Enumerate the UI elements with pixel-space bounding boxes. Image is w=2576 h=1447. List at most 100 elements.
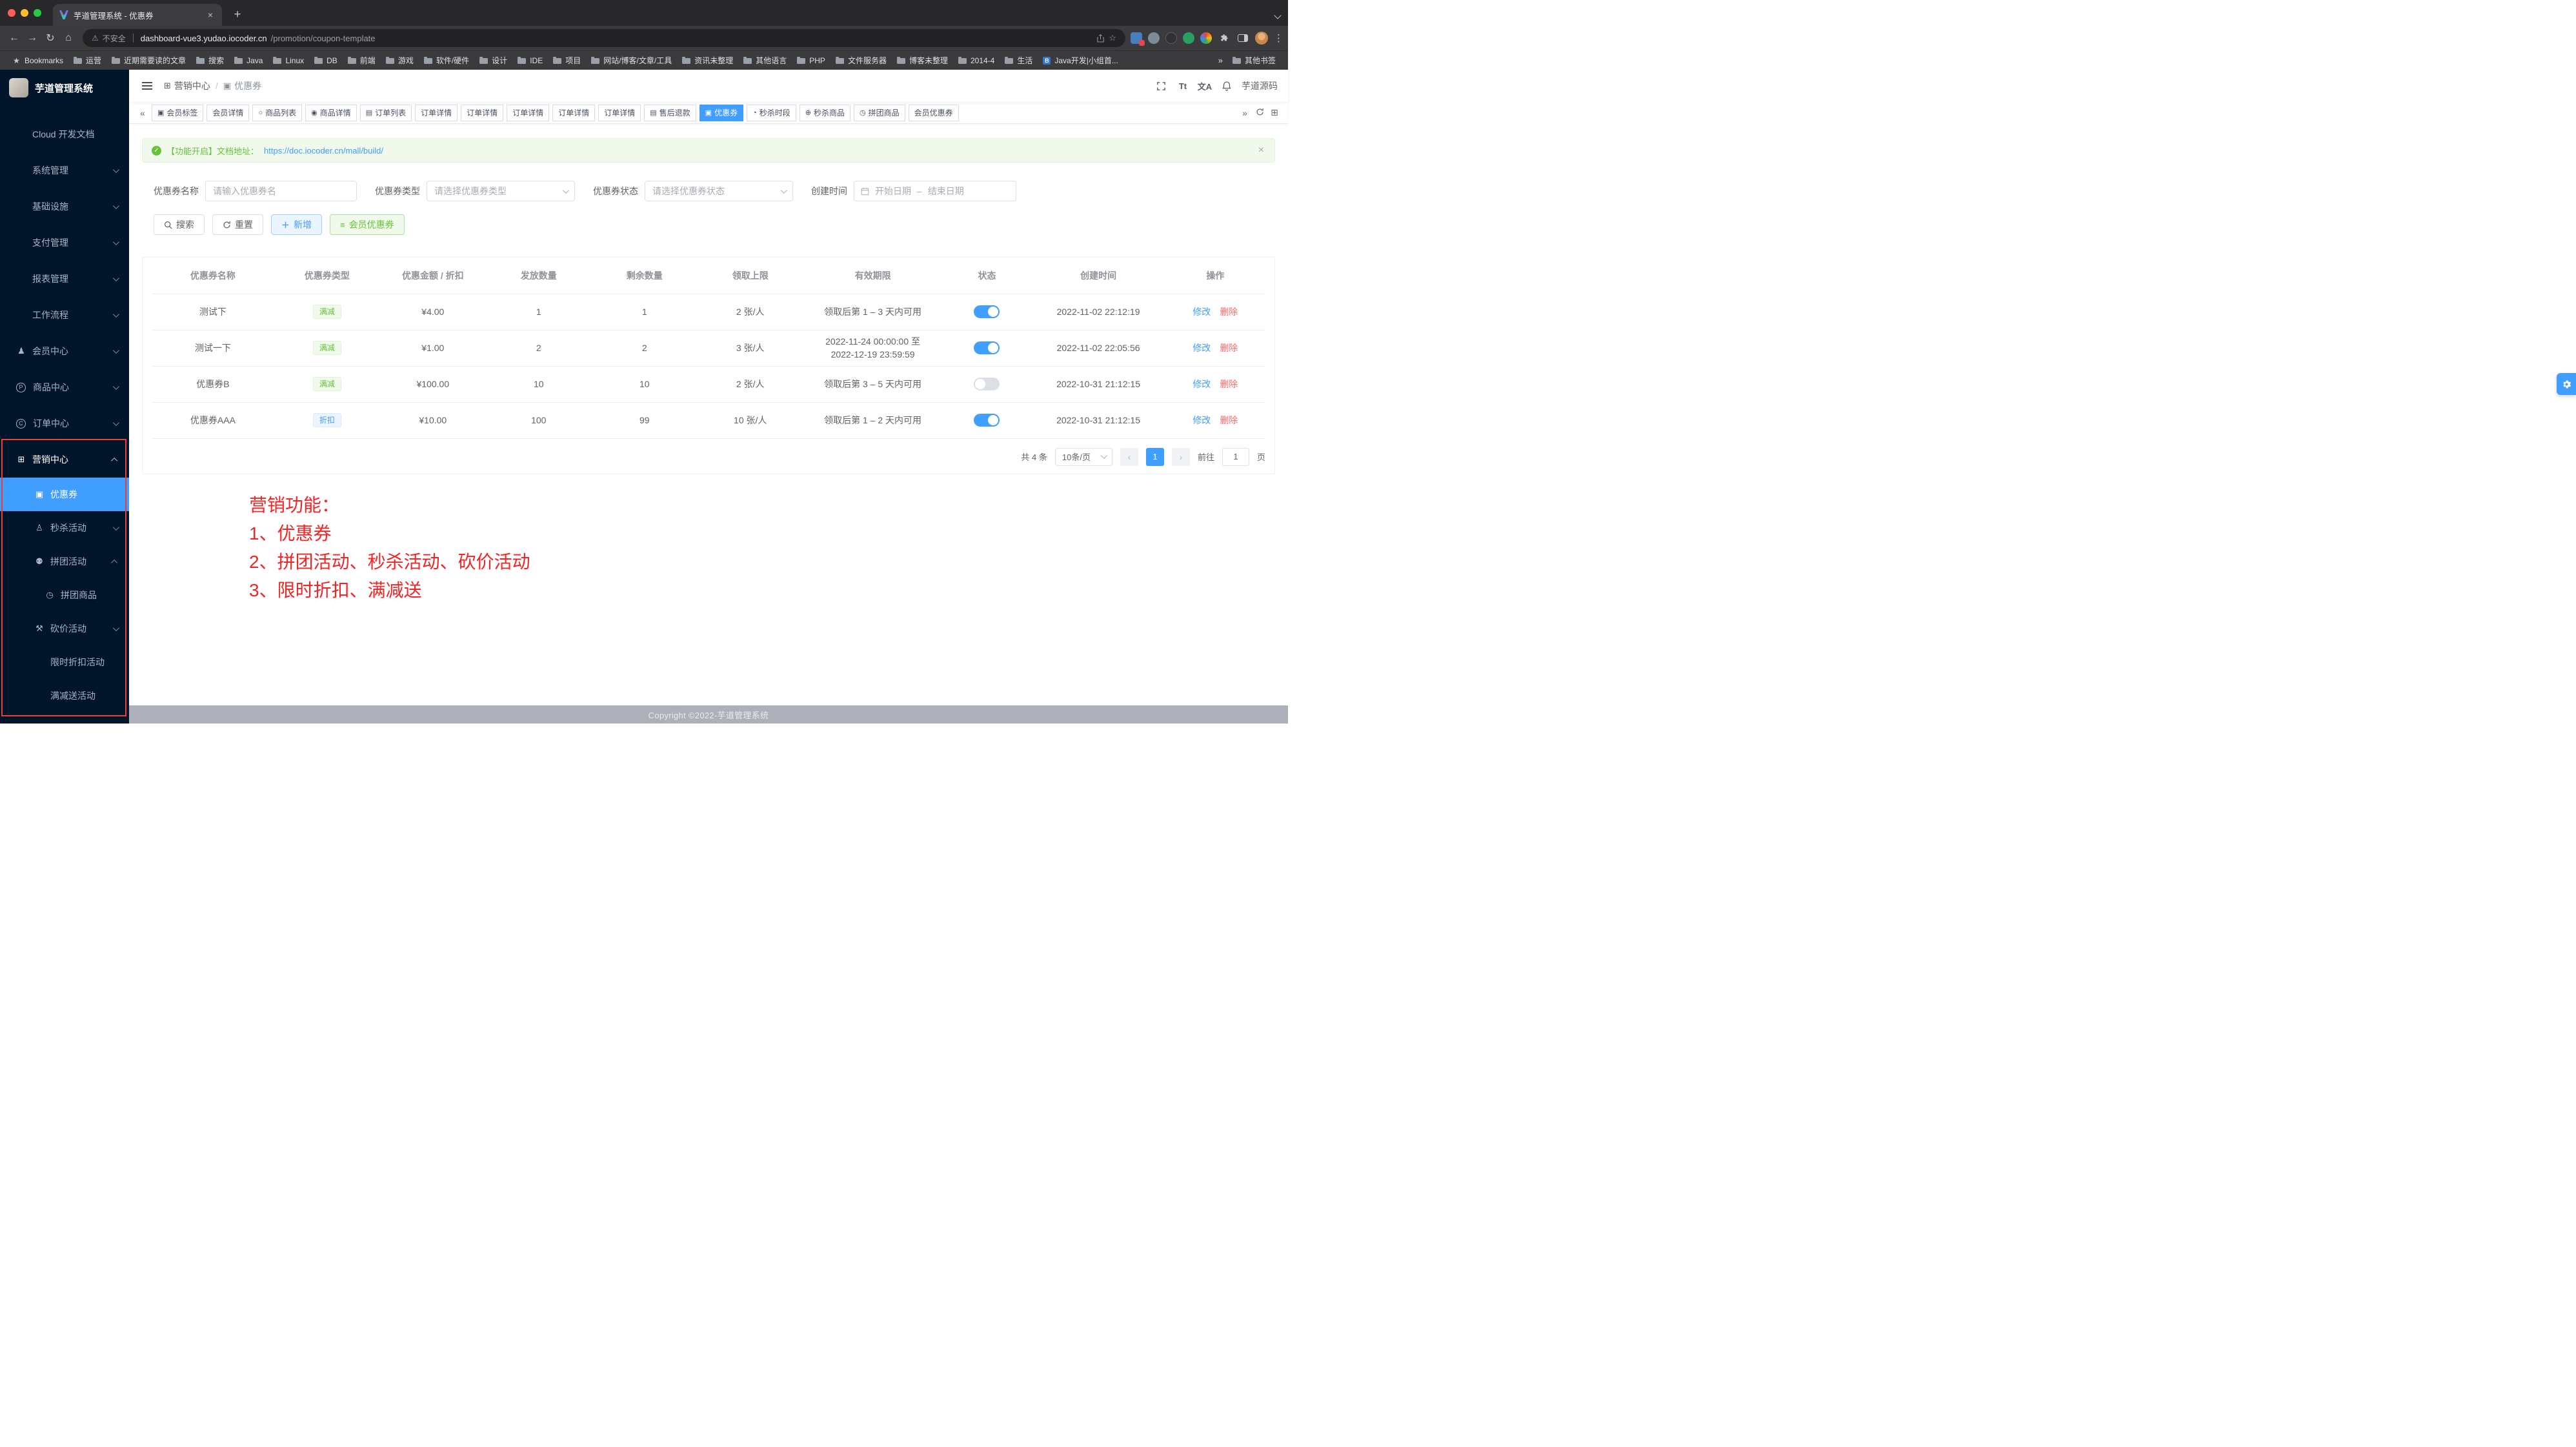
bookmark-item[interactable]: 软件/硬件 — [419, 53, 474, 68]
bookmark-item[interactable]: 设计 — [475, 53, 512, 68]
goto-page-input[interactable] — [1222, 448, 1249, 466]
page-tab[interactable]: ▤ 订单列表 — [360, 105, 412, 121]
page-tab[interactable]: ◷ 拼团商品 — [854, 105, 905, 121]
create-time-range-picker[interactable]: 开始日期 – 结束日期 — [854, 181, 1016, 201]
new-tab-button[interactable]: + — [230, 8, 245, 22]
sidebar-item[interactable]: Cloud 开发文档 — [0, 116, 129, 152]
status-toggle[interactable] — [974, 341, 1000, 354]
forward-icon[interactable]: → — [23, 29, 41, 47]
address-bar[interactable]: ⚠ 不安全 dashboard-vue3.yudao.iocoder.cn/pr… — [83, 29, 1125, 47]
add-button[interactable]: 新增 — [271, 214, 322, 235]
bookmark-item[interactable]: Java — [230, 54, 267, 67]
delete-link[interactable]: 删除 — [1220, 415, 1238, 425]
bookmark-item[interactable]: 网站/博客/文章/工具 — [587, 53, 676, 68]
coupon-name-input[interactable] — [205, 181, 357, 201]
bookmark-item[interactable]: 2014-4 — [954, 54, 999, 67]
extension-icon[interactable] — [1131, 32, 1142, 44]
layout-grid-icon[interactable]: ⊞ — [1269, 107, 1280, 118]
reset-button[interactable]: 重置 — [212, 214, 263, 235]
sidebar-item[interactable]: C 订单中心 — [0, 405, 129, 441]
home-icon[interactable]: ⌂ — [59, 29, 77, 47]
page-tab[interactable]: 会员优惠券 — [909, 105, 959, 121]
bookmark-star-icon[interactable]: ☆ — [1109, 33, 1116, 43]
page-tab[interactable]: ▤ 售后退款 — [644, 105, 696, 121]
extensions-puzzle-icon[interactable] — [1218, 32, 1231, 45]
current-user[interactable]: 芋道源码 — [1242, 79, 1278, 92]
page-tab[interactable]: ▣ 优惠券 — [699, 105, 743, 121]
bookmark-item[interactable]: 运营 — [69, 53, 106, 68]
sidebar-subitem[interactable]: ▣ 优惠券 — [0, 478, 129, 511]
page-tab[interactable]: ◉ 商品详情 — [305, 105, 357, 121]
bookmark-item[interactable]: 文件服务器 — [831, 53, 891, 68]
delete-link[interactable]: 删除 — [1220, 379, 1238, 389]
sidebar-item[interactable]: ♟ 会员中心 — [0, 333, 129, 369]
bookmark-item[interactable]: Linux — [268, 54, 308, 67]
prev-page-icon[interactable]: ‹ — [1120, 448, 1138, 466]
page-tab[interactable]: ▣ 会员标签 — [152, 105, 203, 121]
sidebar-subitem[interactable]: ⚒ 砍价活动 — [0, 612, 129, 645]
sidebar-item[interactable]: ⊞ 营销中心 — [0, 441, 129, 478]
page-size-select[interactable]: 10条/页 — [1055, 448, 1112, 466]
page-tab[interactable]: 订单详情 — [461, 105, 503, 121]
page-tab[interactable]: ◔ 秒杀时段 — [747, 105, 796, 121]
extension-icon[interactable] — [1200, 32, 1212, 44]
bookmarks-overflow-icon[interactable]: » — [1214, 56, 1227, 65]
bookmark-item[interactable]: IDE — [513, 54, 547, 67]
extension-icon[interactable] — [1165, 32, 1177, 44]
page-tab[interactable]: 订单详情 — [507, 105, 549, 121]
current-page-number[interactable]: 1 — [1146, 448, 1164, 466]
zoom-window-button[interactable] — [34, 9, 41, 17]
page-tab[interactable]: 会员详情 — [206, 105, 249, 121]
sidebar-panel-icon[interactable] — [1236, 32, 1249, 45]
settings-gear-button[interactable] — [2557, 373, 2576, 395]
delete-link[interactable]: 删除 — [1220, 343, 1238, 353]
delete-link[interactable]: 删除 — [1220, 307, 1238, 317]
browser-menu-icon[interactable]: ⋮ — [1274, 32, 1283, 44]
fullscreen-icon[interactable] — [1150, 75, 1172, 97]
extension-icon[interactable] — [1148, 32, 1160, 44]
tab-search-chevron-icon[interactable] — [1274, 12, 1281, 19]
bookmark-item[interactable]: DB — [310, 54, 342, 67]
next-page-icon[interactable]: › — [1172, 448, 1190, 466]
sidebar-item[interactable]: 工作流程 — [0, 297, 129, 333]
sidebar-subitem[interactable]: 限时折扣活动 — [0, 645, 129, 679]
scroll-left-icon[interactable]: « — [137, 108, 148, 118]
sidebar-subitem[interactable]: ♙ 秒杀活动 — [0, 511, 129, 545]
edit-link[interactable]: 修改 — [1192, 415, 1211, 425]
notification-bell-icon[interactable] — [1216, 75, 1238, 97]
page-tab[interactable]: ⊕ 秒杀商品 — [800, 105, 850, 121]
sidebar-item[interactable]: 支付管理 — [0, 225, 129, 261]
close-window-button[interactable] — [8, 9, 15, 17]
coupon-status-select[interactable]: 请选择优惠券状态 — [645, 181, 793, 201]
sidebar-item[interactable]: 系统管理 — [0, 152, 129, 188]
bookmark-item[interactable]: 游戏 — [381, 53, 418, 68]
share-icon[interactable] — [1096, 34, 1105, 43]
profile-avatar[interactable] — [1255, 32, 1268, 45]
bookmark-item[interactable]: 资讯未整理 — [678, 53, 738, 68]
language-icon[interactable]: 文A — [1194, 75, 1216, 97]
other-bookmarks[interactable]: 其他书签 — [1228, 53, 1280, 68]
page-tab[interactable]: 订单详情 — [598, 105, 641, 121]
status-toggle[interactable] — [974, 378, 1000, 390]
sidebar-subitem[interactable]: ⚉ 拼团活动 — [0, 545, 129, 578]
bookmark-item[interactable]: 搜索 — [192, 53, 228, 68]
bookmark-item[interactable]: PHP — [792, 54, 830, 67]
sidebar-item[interactable]: P 商品中心 — [0, 369, 129, 405]
edit-link[interactable]: 修改 — [1192, 379, 1211, 389]
browser-tab[interactable]: 芋道管理系统 - 优惠券 × — [53, 4, 222, 26]
sidebar-subitem[interactable]: ◷ 拼团商品 — [0, 578, 129, 612]
bookmark-item[interactable]: 近期需要读的文章 — [107, 53, 190, 68]
reload-icon[interactable]: ↻ — [41, 29, 59, 47]
edit-link[interactable]: 修改 — [1192, 343, 1211, 353]
member-coupon-button[interactable]: ≡ 会员优惠券 — [330, 214, 405, 235]
app-logo[interactable]: 芋道管理系统 — [0, 70, 129, 106]
font-size-icon[interactable]: Tt — [1172, 75, 1194, 97]
scroll-right-icon[interactable]: » — [1239, 108, 1251, 118]
status-toggle[interactable] — [974, 305, 1000, 318]
close-tab-icon[interactable]: × — [205, 10, 216, 20]
collapse-sidebar-icon[interactable] — [139, 78, 155, 94]
bookmark-item[interactable]: 项目 — [548, 53, 585, 68]
bookmark-item[interactable]: Java开发|小组首... — [1038, 53, 1122, 68]
page-tab[interactable]: 订单详情 — [415, 105, 458, 121]
sidebar-item[interactable]: 报表管理 — [0, 261, 129, 297]
